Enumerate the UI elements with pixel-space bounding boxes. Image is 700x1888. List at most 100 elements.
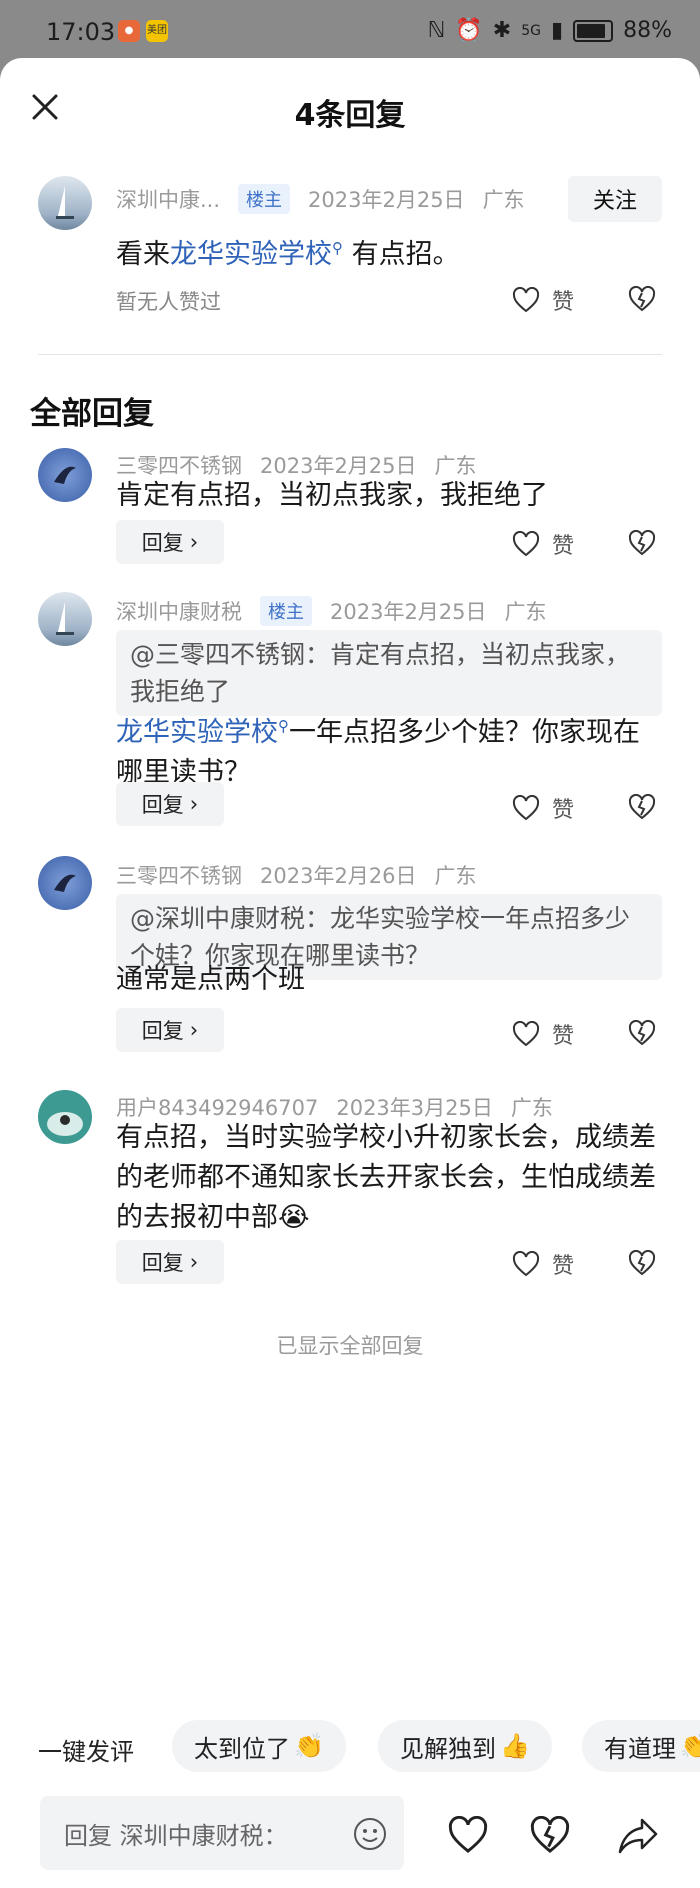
like-button[interactable]: 赞 — [512, 284, 574, 316]
emoji-icon[interactable] — [352, 1816, 388, 1852]
broken-heart-icon[interactable] — [628, 1020, 656, 1046]
quoted-reply: @三零四不锈钢：肯定有点招，当初点我家，我拒绝了 — [116, 630, 662, 716]
chevron-right-icon: › — [189, 792, 199, 816]
like-label: 赞 — [552, 1024, 575, 1049]
reply-date: 2023年2月25日 — [330, 600, 487, 624]
reply-text: 通常是点两个班 — [116, 964, 305, 995]
reply-location: 广东 — [504, 600, 547, 624]
comment-meta: 深圳中康... 楼主 2023年2月25日 广东 — [116, 184, 525, 214]
clap-emoji: 👏 — [294, 1732, 324, 1760]
author-name[interactable]: 深圳中康财税 — [116, 596, 242, 626]
reply-text: 肯定有点招，当初点我家，我拒绝了 — [116, 480, 548, 511]
heart-icon — [512, 795, 540, 821]
reply-input[interactable]: 回复 深圳中康财税： — [40, 1796, 404, 1870]
battery-percent: 88% — [623, 18, 672, 43]
op-tag: 楼主 — [238, 184, 291, 214]
reply-text: 龙华实验学校⚲一年点招多少个娃？你家现在哪里读书？ — [116, 706, 666, 793]
reply-button[interactable]: 回复 › — [116, 1240, 224, 1284]
section-title: 全部回复 — [30, 396, 154, 432]
author-name[interactable]: 三零四不锈钢 — [116, 860, 242, 890]
school-link[interactable]: 龙华实验学校 — [170, 239, 332, 270]
broken-heart-icon[interactable] — [628, 1250, 656, 1276]
like-button[interactable]: 赞 — [512, 1248, 574, 1280]
chip-text: 见解独到 — [400, 1734, 496, 1763]
reply-text: 有点招，当时实验学校小升初家长会，成绩差的老师都不通知家长去开家长会，生怕成绩差… — [116, 1118, 666, 1238]
quick-comment-chip[interactable]: 有道理 👏 — [582, 1720, 700, 1772]
heart-icon — [512, 287, 540, 313]
avatar[interactable] — [38, 448, 92, 502]
chip-text: 太到位了 — [194, 1734, 290, 1763]
search-icon: ⚲ — [332, 239, 343, 257]
heart-icon[interactable] — [446, 1816, 490, 1854]
network-label: 5G — [521, 22, 541, 39]
reply-text-content: 有点招，当时实验学校小升初家长会，成绩差的老师都不通知家长去开家长会，生怕成绩差… — [116, 1122, 656, 1233]
notification-app-icon: ● — [118, 20, 140, 42]
comment-text: 看来龙华实验学校⚲ 有点招。 — [116, 228, 666, 275]
reply-label: 回复 — [141, 1251, 184, 1275]
avatar[interactable] — [38, 176, 92, 230]
reply-meta: 三零四不锈钢 2023年2月26日 广东 — [116, 860, 477, 890]
broken-heart-icon[interactable] — [628, 286, 656, 312]
school-link[interactable]: 龙华实验学校 — [116, 717, 278, 748]
meituan-app-icon: 美团 — [146, 20, 168, 42]
status-time: 17:03 — [46, 18, 116, 46]
reply-date: 2023年2月26日 — [260, 864, 417, 888]
crying-emoji: 😭 — [278, 1202, 310, 1233]
chevron-right-icon: › — [189, 530, 199, 554]
broken-heart-icon[interactable] — [528, 1816, 572, 1854]
comment-location: 广东 — [482, 188, 525, 212]
status-bar: 17:03 ● 美团 ℕ ⏰ ✱ 5G ▮ 88% — [0, 0, 700, 64]
reply-label: 回复 — [141, 1019, 184, 1043]
nfc-icon: ℕ — [427, 18, 446, 43]
comment-text-start: 看来 — [116, 239, 170, 270]
reply-button[interactable]: 回复 › — [116, 1008, 224, 1052]
avatar[interactable] — [38, 592, 92, 646]
like-button[interactable]: 赞 — [512, 1018, 574, 1050]
broken-heart-icon[interactable] — [628, 530, 656, 556]
comment-text-end: 有点招。 — [343, 239, 460, 270]
alarm-icon: ⏰ — [455, 18, 483, 43]
clap-emoji: 👏 — [680, 1732, 700, 1760]
op-tag: 楼主 — [260, 596, 312, 626]
quick-comment-chip[interactable]: 见解独到 👍 — [378, 1720, 552, 1772]
quick-comment-row: 一键发评 太到位了 👏 见解独到 👍 有道理 👏 — [0, 1718, 700, 1778]
reply-button[interactable]: 回复 › — [116, 520, 224, 564]
like-button[interactable]: 赞 — [512, 792, 574, 824]
broken-heart-icon[interactable] — [628, 794, 656, 820]
like-label: 赞 — [552, 1254, 575, 1279]
comment-date: 2023年2月25日 — [308, 188, 465, 212]
avatar[interactable] — [38, 1090, 92, 1144]
heart-icon — [512, 1021, 540, 1047]
status-icons: ℕ ⏰ ✱ 5G ▮ 88% — [428, 18, 672, 43]
sheet-header: 4条回复 — [0, 58, 700, 158]
signal-icon: ▮ — [550, 18, 564, 43]
follow-button[interactable]: 关注 — [568, 176, 662, 222]
heart-icon — [512, 1251, 540, 1277]
quick-comment-chip[interactable]: 太到位了 👏 — [172, 1720, 346, 1772]
reply-location: 广东 — [434, 864, 477, 888]
page-title: 4条回复 — [294, 98, 406, 133]
author-name[interactable]: 深圳中康... — [116, 184, 220, 214]
bottom-bar: 回复 深圳中康财税： — [0, 1788, 700, 1888]
heart-icon — [512, 531, 540, 557]
reply-label: 回复 — [141, 531, 184, 555]
reply-meta: 深圳中康财税 楼主 2023年2月25日 广东 — [116, 596, 547, 626]
avatar[interactable] — [38, 856, 92, 910]
like-button[interactable]: 赞 — [512, 528, 574, 560]
replies-sheet: 4条回复 深圳中康... 楼主 2023年2月25日 广东 关注 看来龙华实验学… — [0, 58, 700, 1888]
divider — [38, 354, 662, 355]
search-icon: ⚲ — [278, 717, 289, 735]
chip-text: 有道理 — [604, 1734, 676, 1763]
chevron-right-icon: › — [189, 1250, 199, 1274]
no-likes-text: 暂无人赞过 — [116, 290, 221, 314]
battery-icon — [573, 19, 614, 42]
reply-button[interactable]: 回复 › — [116, 782, 224, 826]
chevron-right-icon: › — [189, 1018, 199, 1042]
bluetooth-icon: ✱ — [492, 18, 512, 43]
end-of-list-text: 已显示全部回复 — [276, 1334, 424, 1358]
share-icon[interactable] — [616, 1816, 660, 1856]
like-label: 赞 — [552, 534, 575, 559]
like-label: 赞 — [552, 290, 575, 315]
quick-comment-label: 一键发评 — [38, 1738, 134, 1766]
like-label: 赞 — [552, 798, 575, 823]
